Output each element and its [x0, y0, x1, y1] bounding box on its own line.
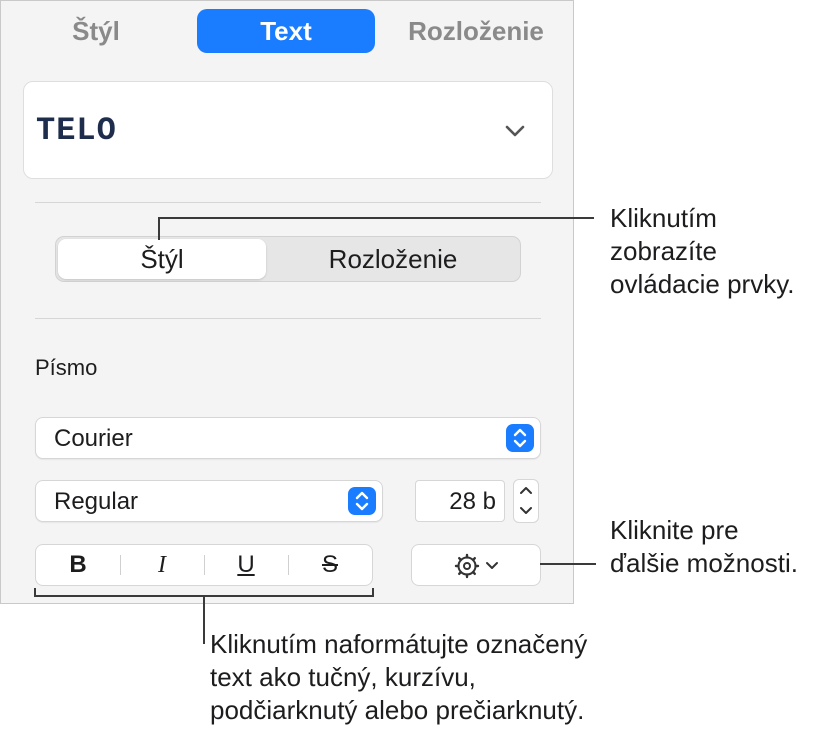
tab-style[interactable]: Štýl [11, 9, 181, 53]
text-format-buttons: B I U S [35, 544, 373, 586]
typeface-value: Regular [54, 488, 139, 515]
subtab-layout[interactable]: Rozloženie [268, 239, 518, 279]
chevron-down-icon [505, 125, 525, 137]
typeface-popup[interactable]: Regular [35, 480, 383, 522]
font-size-value: 28 b [449, 488, 496, 515]
chevron-down-icon [486, 562, 498, 569]
callout-line [540, 563, 596, 565]
top-tab-bar: Štýl Text Rozloženie [1, 9, 575, 53]
format-sidebar: Štýl Text Rozloženie TELO Štýl Rozloženi… [0, 0, 574, 604]
style-layout-segmented-control: Štýl Rozloženie [55, 236, 521, 282]
tab-layout[interactable]: Rozloženie [391, 9, 561, 53]
divider [35, 202, 541, 203]
font-section-label: Písmo [35, 355, 98, 380]
underline-button[interactable]: U [204, 545, 288, 585]
gear-icon [454, 553, 480, 579]
bold-button[interactable]: B [36, 545, 120, 585]
italic-button[interactable]: I [120, 545, 204, 585]
callout-line [158, 218, 160, 240]
paragraph-style-menu[interactable]: TELO [23, 81, 553, 179]
up-down-arrows-icon [506, 424, 534, 452]
callout-line [203, 596, 205, 644]
callout-more-options: Kliknite pre ďalšie možnosti. [610, 515, 798, 578]
subtab-style[interactable]: Štýl [58, 239, 266, 279]
font-family-popup[interactable]: Courier [35, 417, 541, 459]
stepper-down-button[interactable] [514, 501, 538, 522]
font-size-stepper [513, 479, 539, 523]
advanced-options-button[interactable] [411, 544, 541, 586]
tab-text[interactable]: Text [197, 9, 375, 53]
stepper-up-button[interactable] [514, 480, 538, 501]
callout-formatting: Kliknutím naformátujte označený text ako… [210, 629, 588, 725]
callout-bracket [372, 588, 374, 596]
font-size-field[interactable]: 28 b [415, 480, 505, 522]
callout-line [158, 217, 594, 219]
divider [35, 318, 541, 319]
up-down-arrows-icon [348, 487, 376, 515]
font-family-value: Courier [54, 425, 133, 452]
strikethrough-button[interactable]: S [288, 545, 372, 585]
callout-controls: Kliknutím zobrazíte ovládacie prvky. [610, 203, 795, 299]
paragraph-style-name: TELO [36, 112, 117, 149]
